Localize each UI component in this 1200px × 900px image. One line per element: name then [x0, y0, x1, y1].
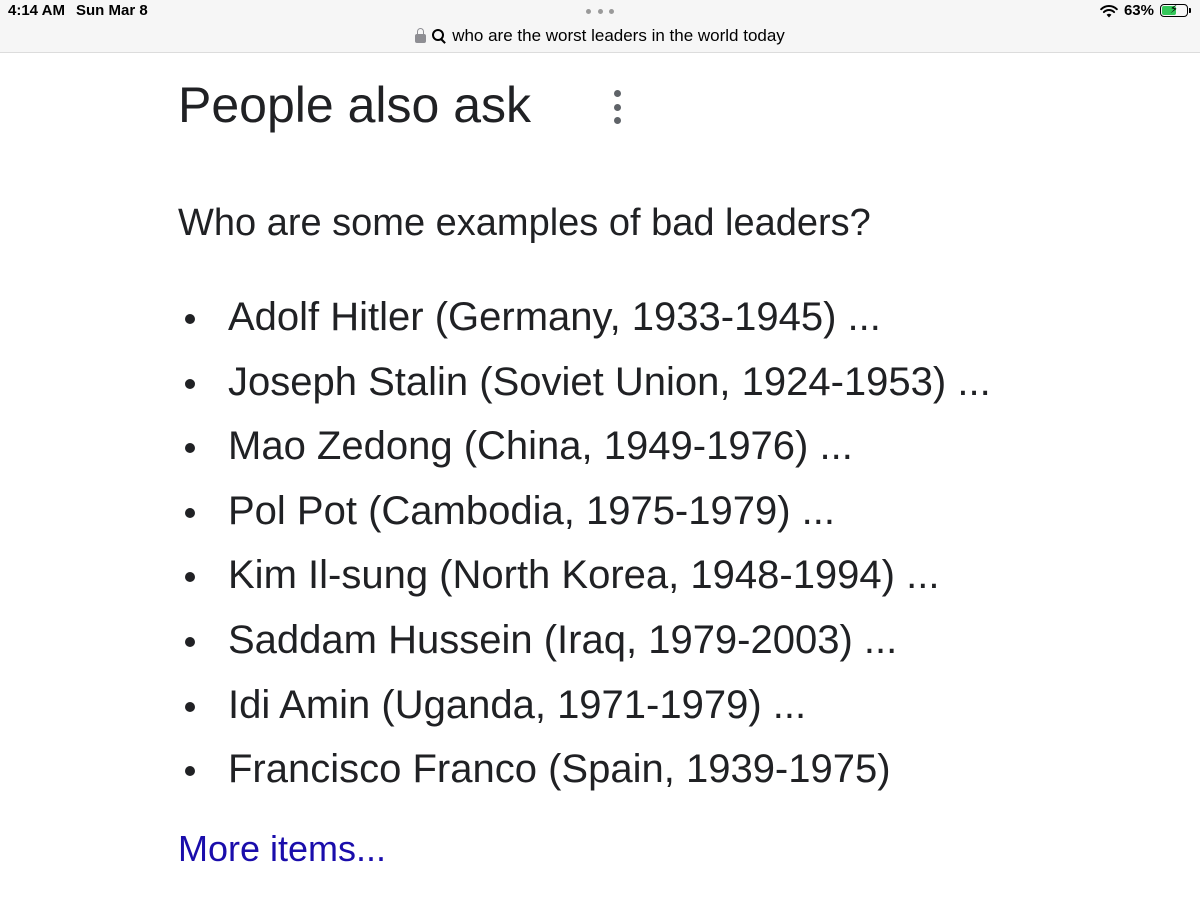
- status-indicators: 63% ⚡: [1100, 2, 1191, 19]
- list-item: Mao Zedong (China, 1949-1976) ...: [178, 417, 991, 482]
- bolt-icon: ⚡: [1169, 2, 1179, 16]
- more-items-link[interactable]: More items...: [178, 828, 386, 870]
- status-time: 4:14 AM: [8, 2, 65, 19]
- people-also-ask-title: People also ask: [178, 77, 532, 133]
- question-heading[interactable]: Who are some examples of bad leaders?: [178, 202, 871, 245]
- address-bar[interactable]: who are the worst leaders in the world t…: [0, 24, 1200, 48]
- multitasking-dots-icon[interactable]: [586, 9, 614, 14]
- list-item: Francisco Franco (Spain, 1939-1975): [178, 740, 991, 805]
- list-item: Saddam Hussein (Iraq, 1979-2003) ...: [178, 611, 991, 676]
- list-item: Pol Pot (Cambodia, 1975-1979) ...: [178, 482, 991, 547]
- url-query-text[interactable]: who are the worst leaders in the world t…: [452, 26, 785, 46]
- status-date: Sun Mar 8: [76, 2, 148, 19]
- list-item: Adolf Hitler (Germany, 1933-1945) ...: [178, 288, 991, 353]
- list-item: Joseph Stalin (Soviet Union, 1924-1953) …: [178, 353, 991, 418]
- lock-icon: [415, 28, 427, 43]
- list-item: Kim Il-sung (North Korea, 1948-1994) ...: [178, 546, 991, 611]
- battery-charging-icon: ⚡: [1160, 2, 1191, 17]
- battery-percent: 63%: [1123, 2, 1154, 19]
- search-icon: [432, 29, 446, 43]
- list-item: Idi Amin (Uganda, 1971-1979) ...: [178, 676, 991, 741]
- more-vert-icon[interactable]: [608, 90, 626, 124]
- wifi-icon: [1100, 4, 1118, 17]
- answer-list: Adolf Hitler (Germany, 1933-1945) ... Jo…: [178, 288, 991, 805]
